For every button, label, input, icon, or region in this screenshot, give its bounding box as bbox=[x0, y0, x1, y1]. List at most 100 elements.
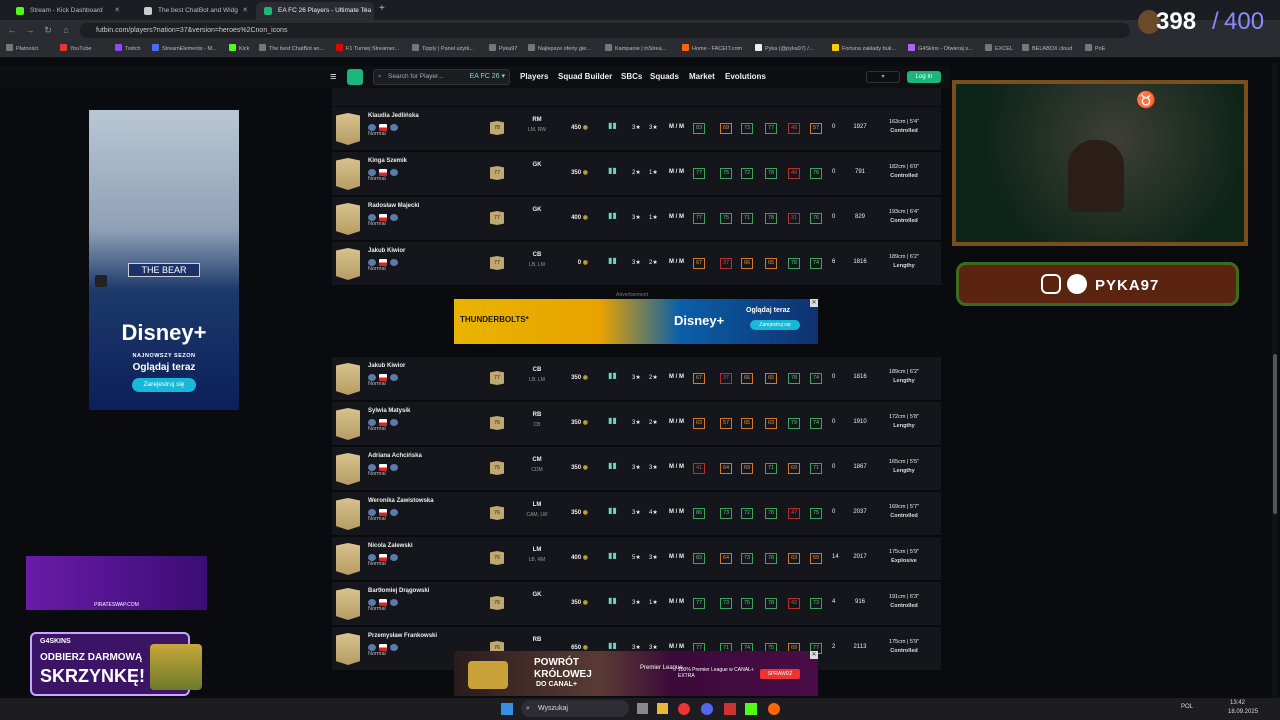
player-name[interactable]: Jakub Kiwior bbox=[368, 363, 405, 369]
bookmark-item[interactable]: Tipply | Panel użytk... bbox=[412, 44, 474, 55]
bookmark-item[interactable]: G4Skins - Otwieraj s... bbox=[908, 44, 973, 55]
stat-value: 83 bbox=[693, 553, 705, 564]
g4skins-ad[interactable]: G4SKINS ODBIERZ DARMOWĄ SKRZYNKĘ! bbox=[30, 632, 202, 696]
bookmark-item[interactable]: Kampanie | inStrea... bbox=[605, 44, 666, 55]
language-indicator[interactable]: POL bbox=[1181, 704, 1193, 710]
position: GK bbox=[532, 592, 542, 598]
player-row[interactable]: Jakub Kiwior Normal 77 CB LB, LM 0 ◉ ▮▮ … bbox=[332, 242, 941, 286]
chrome-icon[interactable] bbox=[678, 703, 690, 715]
nav-sbcs[interactable]: SBCs bbox=[621, 72, 642, 81]
task-view-icon[interactable] bbox=[637, 703, 648, 714]
nav-evolutions[interactable]: Evolutions bbox=[725, 72, 766, 81]
game-version-select[interactable]: EA FC 26 ▾ bbox=[470, 70, 505, 84]
tab-chatbot[interactable]: The best ChatBot and Widg ✕ bbox=[136, 2, 254, 20]
weak-foot: 3★ bbox=[649, 645, 658, 651]
campaign-icon bbox=[605, 44, 612, 51]
bookmark-item[interactable]: EXCEL bbox=[985, 44, 1013, 55]
bookmark-item[interactable]: Home - FACEIT.com bbox=[682, 44, 742, 55]
nav-market[interactable]: Market bbox=[689, 72, 715, 81]
bookmark-item[interactable]: StreamElements - M... bbox=[152, 44, 217, 55]
kick-app-icon[interactable] bbox=[745, 703, 757, 715]
player-row[interactable]: Kinga Szemik Normal 77 GK 350 ◉ ▮▮ 2★ 1★… bbox=[332, 152, 941, 196]
tab-kick-dashboard[interactable]: Stream - Kick Dashboard ✕ bbox=[8, 2, 126, 20]
player-row[interactable]: Jakub Kiwior Normal 77 CB LB, LM 350 ◉ ▮… bbox=[332, 357, 941, 401]
bookmark-item[interactable]: Płatności bbox=[6, 44, 38, 55]
bookmark-item[interactable]: PoE bbox=[1085, 44, 1105, 55]
ad-url: PIRATESWAP.COM bbox=[94, 602, 139, 608]
the-bear-ad[interactable]: THE BEAR Disney+ NAJNOWSZY SEZON Oglądaj… bbox=[89, 110, 239, 410]
player-name[interactable]: Kinga Szemik bbox=[368, 158, 407, 164]
bookmark-item[interactable]: Pyka97 bbox=[489, 44, 517, 55]
nav-squads[interactable]: Squads bbox=[650, 72, 679, 81]
close-tab-icon[interactable]: ✕ bbox=[362, 2, 368, 20]
scrollbar-thumb[interactable] bbox=[1273, 354, 1277, 514]
close-tab-icon[interactable]: ✕ bbox=[242, 2, 248, 20]
taskbar-search[interactable]: ⌕ Wyszukaj bbox=[521, 700, 629, 717]
card-version: Normal bbox=[368, 131, 386, 137]
futbin-logo-icon[interactable] bbox=[347, 69, 363, 85]
bull-neon-icon: ♉ bbox=[1136, 92, 1156, 109]
reload-icon[interactable]: ↻ bbox=[42, 24, 54, 36]
player-name[interactable]: Przemysław Frankowski bbox=[368, 633, 437, 639]
home-icon[interactable]: ⌂ bbox=[60, 24, 72, 36]
player-flags bbox=[368, 417, 402, 426]
tab-futbin[interactable]: EA FC 26 Players - Ultimate Tea ✕ bbox=[256, 2, 374, 20]
bookmark-item[interactable]: F1 Turniej Streamer... bbox=[336, 44, 399, 55]
bookmark-item[interactable]: Najlepsze oferty gie... bbox=[528, 44, 591, 55]
player-name[interactable]: Bartłomiej Drągowski bbox=[368, 588, 429, 594]
bookmark-item[interactable]: The best ChatBot an... bbox=[259, 44, 324, 55]
weak-foot: 2★ bbox=[649, 420, 658, 426]
bookmark-item[interactable]: BELABOX cloud bbox=[1022, 44, 1072, 55]
player-name[interactable]: Jakub Kiwior bbox=[368, 248, 405, 254]
ad-cta-button[interactable]: Zarejestruj się bbox=[750, 320, 800, 330]
pirateswap-ad[interactable]: PIRATESWAP.COM bbox=[26, 556, 207, 610]
player-row[interactable]: Klaudia Jedlińska Normal 78 RM LM, RW 45… bbox=[332, 107, 941, 151]
player-name[interactable]: Klaudia Jedlińska bbox=[368, 113, 419, 119]
player-name[interactable]: Sylwia Matysik bbox=[368, 408, 410, 414]
nav-players[interactable]: Players bbox=[520, 72, 548, 81]
player-name[interactable]: Weronika Zawistowska bbox=[368, 498, 434, 504]
ad-cta-button[interactable]: Zarejestruj się bbox=[132, 378, 196, 392]
stat-value: 78 bbox=[765, 213, 777, 224]
folder-icon bbox=[985, 44, 992, 51]
ad-close-icon[interactable]: ✕ bbox=[810, 299, 818, 307]
bookmark-item[interactable]: Pyka (@pyka97) /... bbox=[755, 44, 813, 55]
player-row[interactable]: Bartłomiej Drągowski Normal 76 GK 350 ◉ … bbox=[332, 582, 941, 626]
nav-squad-builder[interactable]: Squad Builder bbox=[558, 72, 612, 81]
url-input[interactable]: futbin.com/players?nation=37&version=her… bbox=[80, 23, 1130, 38]
windows-start-icon[interactable] bbox=[501, 703, 513, 715]
login-button[interactable]: Log In bbox=[907, 71, 941, 83]
forward-icon[interactable]: → bbox=[24, 24, 36, 36]
bookmark-item[interactable]: YouTube bbox=[60, 44, 92, 55]
league-badge-icon bbox=[390, 169, 398, 176]
player-name[interactable]: Nicola Zalewski bbox=[368, 543, 413, 549]
player-row[interactable]: Radosław Majecki Normal 77 GK 400 ◉ ▮▮ 3… bbox=[332, 197, 941, 241]
league-badge-icon bbox=[390, 419, 398, 426]
platform-select[interactable]: ▾ bbox=[866, 71, 900, 83]
player-row[interactable]: Sylwia Matysik Normal 76 RB CB 350 ◉ ▮▮ … bbox=[332, 402, 941, 446]
ad-close-icon[interactable]: ✕ bbox=[810, 651, 818, 659]
player-row[interactable]: Weronika Zawistowska Normal 76 LM CAM, L… bbox=[332, 492, 941, 536]
browser-tab-bar: Stream - Kick Dashboard ✕ The best ChatBo… bbox=[0, 0, 1280, 20]
back-icon[interactable]: ← bbox=[6, 24, 18, 36]
player-row[interactable]: Adriana Achcińska Normal 76 CM CDM 350 ◉… bbox=[332, 447, 941, 491]
f1-icon bbox=[336, 44, 343, 51]
new-tab-icon[interactable]: + bbox=[379, 3, 385, 14]
canal-plus-ad[interactable]: POWRÓT KRÓLOWEJ DO CANAL+ Premier League… bbox=[454, 651, 818, 696]
player-row[interactable]: Nicola Zalewski Normal 76 LM LB, RM 400 … bbox=[332, 537, 941, 581]
hamburger-menu-icon[interactable]: ≡ bbox=[330, 71, 336, 83]
ad-cta-button[interactable]: SPRAWDŹ bbox=[760, 669, 800, 679]
bookmark-item[interactable]: Twitch bbox=[115, 44, 141, 55]
bookmark-item[interactable]: Fortuna zakłady buk... bbox=[832, 44, 896, 55]
page-scrollbar[interactable] bbox=[1272, 62, 1278, 698]
app-icon[interactable] bbox=[724, 703, 736, 715]
discord-icon[interactable] bbox=[701, 703, 713, 715]
obs-icon[interactable] bbox=[768, 703, 780, 715]
player-name[interactable]: Adriana Achcińska bbox=[368, 453, 422, 459]
thunderbolts-ad[interactable]: THUNDERBOLTS* Disney+ Oglądaj teraz Zare… bbox=[454, 299, 818, 344]
player-name[interactable]: Radosław Majecki bbox=[368, 203, 419, 209]
close-tab-icon[interactable]: ✕ bbox=[114, 2, 120, 20]
player-search-input[interactable]: ⌕ Search for Player... EA FC 26 ▾ bbox=[373, 69, 510, 85]
file-explorer-icon[interactable] bbox=[657, 703, 668, 714]
bookmark-item[interactable]: Kick bbox=[229, 44, 249, 55]
